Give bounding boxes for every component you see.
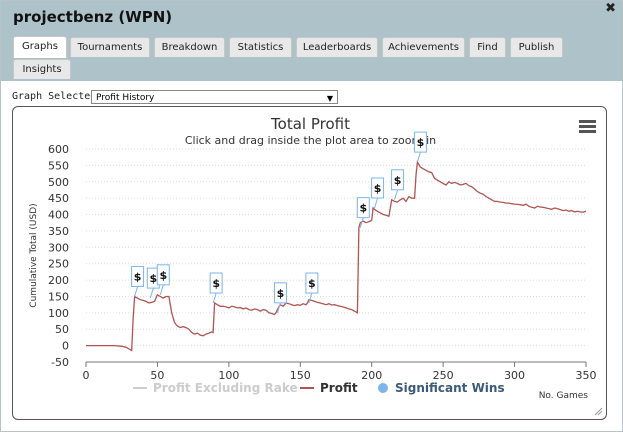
y-tick-label: 500 <box>48 176 69 189</box>
y-tick-label: 450 <box>48 192 69 205</box>
significant-win-pin <box>159 284 164 295</box>
significant-win-pin <box>394 189 399 200</box>
legend-marker-significant-wins <box>378 383 388 393</box>
y-tick-label: 550 <box>48 159 69 172</box>
close-icon[interactable]: ✖ <box>605 1 616 16</box>
tab-insights[interactable]: Insights <box>13 59 71 79</box>
y-tick-label: 250 <box>48 258 69 271</box>
x-axis-label: No. Games <box>539 391 589 401</box>
significant-win-label: $ <box>359 202 367 215</box>
y-tick-label: -50 <box>51 356 69 369</box>
y-tick-label: 50 <box>55 323 69 336</box>
significant-win-label: $ <box>417 136 425 149</box>
x-tick-label: 300 <box>504 369 525 382</box>
significant-win-label: $ <box>308 277 316 290</box>
y-tick-label: 150 <box>48 290 69 303</box>
y-axis-label: Cumulative Total (USD) <box>29 203 39 307</box>
y-tick-label: 600 <box>48 143 69 156</box>
window-header: projectbenz (WPN) ✖ Graphs Tournaments B… <box>1 1 622 81</box>
tab-breakdown[interactable]: Breakdown <box>154 37 225 57</box>
significant-win-label: $ <box>277 287 285 300</box>
significant-win-pin <box>134 286 139 297</box>
tracker-window: projectbenz (WPN) ✖ Graphs Tournaments B… <box>0 0 623 432</box>
chart-container[interactable]: Total Profit Click and drag inside the p… <box>12 106 607 420</box>
y-tick-label: 300 <box>48 241 69 254</box>
significant-win-label: $ <box>134 270 142 283</box>
significant-win-pin <box>374 197 379 209</box>
significant-win-label: $ <box>394 174 402 187</box>
tab-publish[interactable]: Publish <box>510 37 563 57</box>
significant-win-pin <box>416 151 421 163</box>
y-tick-label: 400 <box>48 209 69 222</box>
tab-tournaments[interactable]: Tournaments <box>70 37 150 57</box>
x-tick-label: 0 <box>83 369 90 382</box>
tab-statistics[interactable]: Statistics <box>229 37 292 57</box>
tab-graphs[interactable]: Graphs <box>13 36 67 58</box>
graph-select-dropdown[interactable]: Profit History ▼ <box>91 90 338 104</box>
tab-achievements[interactable]: Achievements <box>382 37 465 57</box>
significant-win-label: $ <box>159 269 167 282</box>
legend-item-profit: Profit <box>320 381 358 395</box>
y-tick-label: 0 <box>62 340 69 353</box>
window-title: projectbenz (WPN) <box>13 8 173 26</box>
graph-selected-label: Graph Selected: <box>12 91 103 102</box>
significant-win-pin <box>212 292 217 304</box>
legend-item-significant-wins: Significant Wins <box>395 381 505 395</box>
significant-win-label: $ <box>149 272 157 285</box>
tab-find[interactable]: Find <box>469 37 506 57</box>
legend-item-profit-excl-rake: Profit Excluding Rake <box>153 381 298 395</box>
significant-win-label: $ <box>212 277 220 290</box>
y-tick-label: 200 <box>48 274 69 287</box>
y-tick-label: 100 <box>48 307 69 320</box>
significant-win-label: $ <box>374 182 382 195</box>
y-tick-label: 350 <box>48 225 69 238</box>
profit-series-line <box>86 160 587 352</box>
graph-select-value: Profit History <box>96 93 155 103</box>
x-tick-label: 350 <box>576 369 597 382</box>
chart-plot[interactable]: -50 0 50 100 150 200 250 300 350 400 450 500 550 600 0… <box>13 107 606 419</box>
chevron-down-icon: ▼ <box>326 94 333 103</box>
x-tick-label: 200 <box>361 369 382 382</box>
resize-grip-icon[interactable] <box>594 407 603 416</box>
tab-leaderboards[interactable]: Leaderboards <box>296 37 378 57</box>
significant-win-pin <box>308 292 313 304</box>
